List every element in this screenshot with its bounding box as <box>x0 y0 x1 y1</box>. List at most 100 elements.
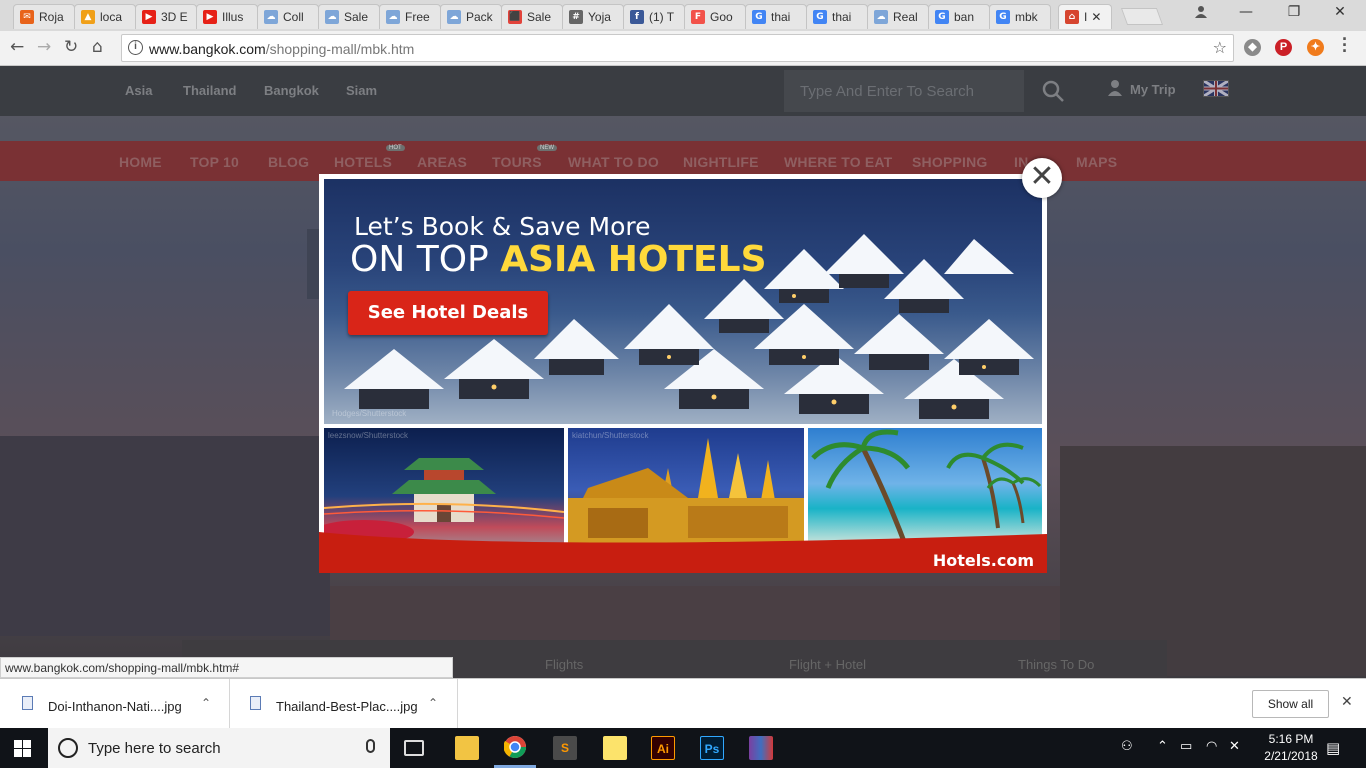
download-filename: Thailand-Best-Plac....jpg <box>276 699 418 714</box>
nav-item-top-10[interactable]: TOP 10 <box>190 154 239 170</box>
chevron-up-icon[interactable]: ⌃ <box>201 696 211 710</box>
browser-tab[interactable]: F Goo <box>684 4 746 29</box>
illustrator-icon[interactable]: Ai <box>651 736 675 760</box>
extension-shield-icon[interactable]: ◆ <box>1244 39 1261 56</box>
restore-icon[interactable]: ❐ <box>1274 4 1314 20</box>
browser-tab[interactable]: ⌂ I ✕ <box>1058 4 1112 29</box>
chrome-icon[interactable] <box>503 736 526 758</box>
user-icon <box>1108 80 1122 96</box>
browser-tab[interactable]: Gthai <box>806 4 868 29</box>
url-text[interactable]: www.bangkok.com/shopping-mall/mbk.htm <box>149 41 414 57</box>
browser-tab[interactable]: ▶ 3D E <box>135 4 197 29</box>
browser-tab[interactable]: ✉ Roja <box>13 4 75 29</box>
browser-tab[interactable]: ▲ loca <box>74 4 136 29</box>
nav-item-maps[interactable]: MAPS <box>1076 154 1117 170</box>
file-explorer-icon[interactable] <box>455 736 479 760</box>
close-shelf-icon[interactable]: ✕ <box>1341 694 1353 710</box>
photo-credit: Hodges/Shutterstock <box>332 409 407 418</box>
tab-title: (1) T <box>649 10 675 24</box>
tab-title: I <box>1084 10 1088 24</box>
browser-tab[interactable]: ☁ Coll <box>257 4 319 29</box>
forward-icon[interactable]: → <box>37 37 51 57</box>
sticky-notes-icon[interactable] <box>603 736 627 760</box>
browser-tab[interactable]: ☁ Sale <box>318 4 380 29</box>
sublime-text-icon[interactable]: S <box>553 736 577 760</box>
bookmark-star-icon[interactable]: ☆ <box>1213 38 1227 57</box>
status-url-bubble: www.bangkok.com/shopping-mall/mbk.htm# <box>0 657 453 678</box>
my-trip-link[interactable]: My Trip <box>1130 82 1176 97</box>
wifi-icon[interactable]: ◠ <box>1206 739 1217 754</box>
pinterest-icon[interactable]: P <box>1275 39 1292 56</box>
nav-item-blog[interactable]: BLOG <box>268 154 309 170</box>
download-item[interactable]: Doi-Inthanon-Nati....jpg ⌃ <box>0 679 230 729</box>
home-icon[interactable]: ⌂ <box>92 37 103 57</box>
nav-item-home[interactable]: HOME <box>119 154 162 170</box>
reload-icon[interactable]: ↻ <box>64 37 78 57</box>
tab-title: Yoja <box>588 10 611 24</box>
nav-item-where-to-eat[interactable]: WHERE TO EAT <box>784 154 892 170</box>
address-bar[interactable]: i www.bangkok.com/shopping-mall/mbk.htm … <box>121 34 1234 62</box>
things-to-do-tab[interactable]: Things To Do <box>1018 657 1094 672</box>
breadcrumb-asia[interactable]: Asia <box>125 83 152 98</box>
profile-icon[interactable] <box>1181 4 1221 22</box>
uk-flag-icon[interactable] <box>1203 79 1229 98</box>
nav-item-hotels[interactable]: HOTELS <box>334 154 392 170</box>
microphone-icon[interactable] <box>366 739 375 753</box>
hotels-com-logo[interactable]: Hotels.com <box>933 551 1034 570</box>
download-item[interactable]: Thailand-Best-Plac....jpg ⌃ <box>230 679 458 729</box>
show-all-downloads-button[interactable]: Show all <box>1252 690 1329 718</box>
battery-icon[interactable]: ▭ <box>1180 739 1192 754</box>
pma-icon: ▲ <box>81 10 95 24</box>
browser-tab[interactable]: Gmbk <box>989 4 1051 29</box>
task-view-icon[interactable] <box>404 740 424 756</box>
see-hotel-deals-button[interactable]: See Hotel Deals <box>348 291 548 335</box>
info-icon[interactable]: i <box>128 40 143 55</box>
tab-title: Free <box>405 10 430 24</box>
snow-village-image[interactable]: Let’s Book & Save More ON TOP ASIA HOTEL… <box>324 179 1042 424</box>
minimize-icon[interactable]: — <box>1226 4 1266 20</box>
browser-tab[interactable]: ⬛ Sale <box>501 4 563 29</box>
hash-icon: # <box>569 10 583 24</box>
show-hidden-icons-chevron[interactable]: ⌃ <box>1157 739 1168 754</box>
browser-tab[interactable]: ▶ Illus <box>196 4 258 29</box>
nav-item-tours[interactable]: TOURS <box>492 154 542 170</box>
browser-tab[interactable]: # Yoja <box>562 4 624 29</box>
nav-item-shopping[interactable]: SHOPPING <box>912 154 988 170</box>
close-ad-button[interactable]: ✕ <box>1022 158 1062 198</box>
tab-title: thai <box>771 10 791 24</box>
windows-search-box[interactable]: Type here to search <box>48 728 390 768</box>
fire-extension-icon[interactable]: ✦ <box>1307 39 1324 56</box>
chevron-up-icon[interactable]: ⌃ <box>428 696 438 710</box>
flights-tab[interactable]: Flights <box>545 657 583 672</box>
close-tab-icon[interactable]: ✕ <box>1091 10 1101 24</box>
image-file-icon <box>250 696 261 710</box>
photoshop-icon[interactable]: Ps <box>700 736 724 760</box>
browser-tab[interactable]: Gthai <box>745 4 807 29</box>
browser-tab[interactable]: Gban <box>928 4 990 29</box>
winrar-icon[interactable] <box>749 736 773 760</box>
flight-hotel-tab[interactable]: Flight + Hotel <box>789 657 866 672</box>
windows-start-icon[interactable] <box>14 740 31 757</box>
nav-item-what-to-do[interactable]: WHAT TO DO <box>568 154 659 170</box>
nav-item-nightlife[interactable]: NIGHTLIFE <box>683 154 759 170</box>
people-icon[interactable]: ⚇ <box>1121 739 1133 754</box>
breadcrumb-thailand[interactable]: Thailand <box>183 83 236 98</box>
chrome-menu-icon[interactable]: · · · <box>1342 30 1348 60</box>
taskbar-clock[interactable]: 5:16 PM 2/21/2018 <box>1256 731 1326 765</box>
browser-tab[interactable]: ☁ Real <box>867 4 929 29</box>
browser-tab[interactable]: ☁ Free <box>379 4 441 29</box>
site-search-input[interactable]: Type And Enter To Search <box>784 70 1024 112</box>
back-icon[interactable]: ← <box>10 37 24 57</box>
browser-tab[interactable]: f (1) T <box>623 4 685 29</box>
nav-item-areas[interactable]: AREAS <box>417 154 467 170</box>
sale-icon: ⬛ <box>508 10 522 24</box>
breadcrumb-bangkok[interactable]: Bangkok <box>264 83 319 98</box>
notifications-icon[interactable]: ▤ <box>1326 739 1340 757</box>
browser-tab[interactable]: ☁ Pack <box>440 4 502 29</box>
site-search-icon[interactable] <box>1042 80 1064 102</box>
google-icon: G <box>752 10 766 24</box>
new-tab-button[interactable] <box>1120 8 1164 25</box>
volume-muted-icon[interactable]: ✕ <box>1229 739 1240 754</box>
breadcrumb-siam[interactable]: Siam <box>346 83 377 98</box>
close-window-icon[interactable]: ✕ <box>1320 4 1360 20</box>
